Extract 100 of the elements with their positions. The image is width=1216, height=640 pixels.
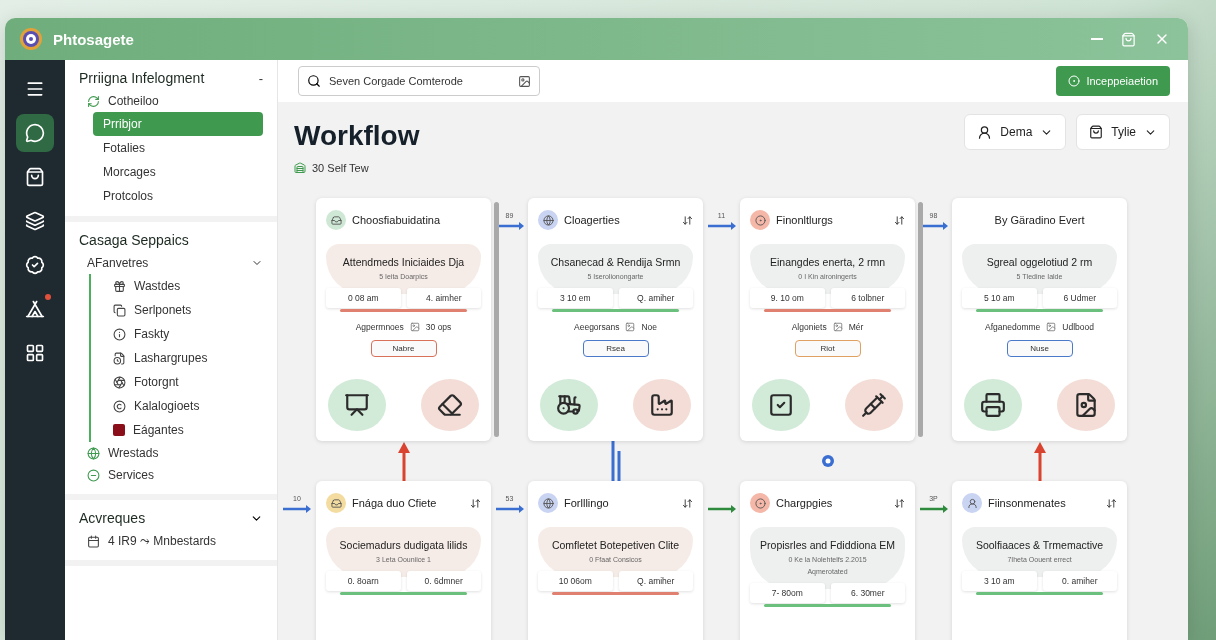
time-chip: 10 06om <box>538 571 613 591</box>
filter-dropdown[interactable]: Tylie <box>1076 114 1170 150</box>
sidebar-item[interactable]: Eágantes <box>103 418 263 442</box>
sidebar-item[interactable]: Prribjor <box>93 112 263 136</box>
image-icon <box>625 322 636 332</box>
copy-icon <box>113 303 126 317</box>
factory-icon <box>649 392 675 418</box>
aperture-icon <box>113 375 126 389</box>
square-icon <box>113 424 125 436</box>
copyright-icon <box>113 399 126 413</box>
bag-icon <box>25 167 45 187</box>
image-icon <box>409 322 420 332</box>
page-title: Workflow <box>294 120 420 152</box>
search-field[interactable]: Seven Corgade Comterode <box>298 66 540 96</box>
window-title: Phtosagete <box>53 30 135 48</box>
card-title: Chargpgies <box>776 497 834 509</box>
sidebar-item[interactable]: Lashargrupes <box>103 346 263 370</box>
app-logo <box>19 27 43 51</box>
summary-title: Soolfiaaces & Trmemactive <box>975 539 1104 551</box>
sidebar-group[interactable]: Services <box>79 464 263 486</box>
status-tag: Riot <box>794 340 861 357</box>
sidebar-item[interactable]: Fotorgnt <box>103 370 263 394</box>
sidebar-group[interactable]: AFanvetres <box>79 252 263 274</box>
sort-icon[interactable] <box>894 497 905 509</box>
syringe-icon <box>861 392 887 418</box>
sort-icon[interactable] <box>470 497 481 509</box>
time-chip: 0. 6dmner <box>406 571 481 591</box>
card-title: By Gäradino Evert <box>993 214 1086 226</box>
sidebar-item[interactable]: Faskty <box>103 322 263 346</box>
time-chip: 0 08 am <box>326 288 401 308</box>
assignee-value: Mér <box>848 322 864 332</box>
page-subtitle: 30 Self Tew <box>312 162 369 174</box>
sidebar-item[interactable]: Serlponets <box>103 298 263 322</box>
status-tag: Nuse <box>1006 340 1073 357</box>
time-chip: 0. amiher <box>1042 571 1117 591</box>
time-chip: Q. amiher <box>618 571 693 591</box>
status-tag: Nabre <box>370 340 437 357</box>
menu-icon <box>25 79 45 99</box>
summary-title: Sociemadurs dudigata lilids <box>339 539 468 551</box>
sort-icon[interactable] <box>682 214 693 226</box>
time-chip: 6 tolbner <box>830 288 905 308</box>
card-title: Cloagerties <box>564 214 621 226</box>
user-icon <box>977 124 993 140</box>
globe-icon <box>87 446 100 460</box>
collapse-toggle[interactable]: - <box>258 70 263 86</box>
search-input[interactable]: Seven Corgade Comterode <box>327 74 512 88</box>
image-icon[interactable] <box>518 74 531 88</box>
sort-icon[interactable] <box>682 497 693 509</box>
time-chip: 3 10 em <box>538 288 613 308</box>
sync-icon <box>87 94 100 108</box>
time-chip: 4. aimher <box>406 288 481 308</box>
assignee-value: 30 ops <box>425 322 452 332</box>
image-file-icon <box>1073 392 1099 418</box>
card-title: Finonltlurgs <box>776 214 834 226</box>
time-chip: 5 10 am <box>962 288 1037 308</box>
bag-icon <box>1089 125 1104 139</box>
sort-icon[interactable] <box>1106 497 1117 509</box>
summary-title: Einangdes enerta, 2 rmn <box>770 256 885 268</box>
badge-icon <box>25 255 45 275</box>
sidebar-item[interactable]: Morcages <box>93 160 263 184</box>
card-title: Fnága duo Cfiete <box>352 497 438 509</box>
sidebar-group[interactable]: 4 IR9 ⤳ Mnbestards <box>79 530 263 552</box>
time-chip: Q. amiher <box>618 288 693 308</box>
rail-button[interactable] <box>16 114 54 152</box>
status-tag: Rsea <box>582 340 649 357</box>
time-chip: 6. 30mer <box>830 583 905 603</box>
sidebar-item[interactable]: Kalalogioets <box>103 394 263 418</box>
grid-icon <box>25 343 45 363</box>
card-title: Forlllingo <box>564 497 610 509</box>
minimize-icon <box>1091 38 1103 40</box>
assignee-label: Algoniets <box>791 322 827 332</box>
summary-title: Attendmeds Iniciaides Dja <box>342 256 465 268</box>
time-chip: 7- 80om <box>750 583 825 603</box>
assignee-label: Afganedomme <box>985 322 1041 332</box>
sort-icon[interactable] <box>894 214 905 226</box>
sidebar-group[interactable]: Cotheiloo <box>79 90 263 112</box>
checkbox-icon <box>768 392 794 418</box>
sidebar-item[interactable]: Wastdes <box>103 274 263 298</box>
minus-circle-icon <box>87 468 100 482</box>
summary-title: Propisrles and Fdiddiona EM <box>760 539 895 551</box>
time-chip: 9. 10 om <box>750 288 825 308</box>
sidebar-item[interactable]: Fotalies <box>93 136 263 160</box>
primary-button[interactable]: Inceppeiaetion <box>1056 66 1170 96</box>
image-icon <box>832 322 843 332</box>
card-title: Fiinsonmenates <box>988 497 1067 509</box>
filter-dropdown[interactable]: Dema <box>964 114 1067 150</box>
section-title: Acvreques <box>79 510 146 526</box>
file-clock-icon <box>113 351 126 365</box>
summary-title: Chsanecad & Rendija Srmn <box>550 256 681 268</box>
gift-icon <box>113 279 126 293</box>
calendar-icon <box>87 534 100 548</box>
sidebar-item[interactable]: Protcolos <box>93 184 263 208</box>
time-chip: 0. 8oarn <box>326 571 401 591</box>
printer-icon <box>980 392 1006 418</box>
summary-title: Sgreal oggelotiud 2 rm <box>986 256 1093 268</box>
search-icon <box>307 74 321 88</box>
sidebar-group[interactable]: Wrestads <box>79 442 263 464</box>
summary-title: Comfletet Botepetiven Clite <box>551 539 680 551</box>
assignee-value: Udlbood <box>1062 322 1094 332</box>
warehouse-icon <box>294 162 306 174</box>
